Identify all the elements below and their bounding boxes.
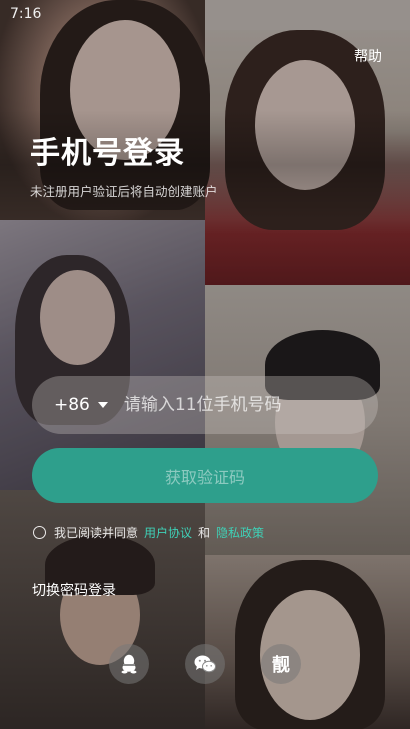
- phone-number-input[interactable]: [123, 385, 378, 425]
- agreement-prefix: 我已阅读并同意: [54, 526, 139, 540]
- caret-down-icon: [97, 402, 108, 408]
- liang-app-icon: 靓: [272, 655, 290, 676]
- wechat-icon: [194, 655, 216, 673]
- wechat-login-button[interactable]: [185, 644, 225, 684]
- switch-password-login-link[interactable]: 切换密码登录: [32, 580, 116, 600]
- status-bar-time: 7:16: [10, 6, 42, 22]
- privacy-policy-link[interactable]: 隐私政策: [216, 524, 264, 541]
- page-title: 手机号登录: [30, 136, 185, 171]
- page-subtitle: 未注册用户验证后将自动创建账户: [30, 184, 218, 199]
- agreement-checkbox[interactable]: [33, 526, 46, 539]
- agreement-row: 我已阅读并同意 用户协议 和 隐私政策: [33, 524, 270, 541]
- country-code-label: +86: [54, 395, 90, 415]
- user-agreement-link[interactable]: 用户协议: [144, 524, 192, 541]
- get-verification-code-button[interactable]: 获取验证码: [32, 448, 378, 503]
- qq-icon: [121, 654, 137, 674]
- help-link[interactable]: 帮助: [354, 46, 382, 66]
- qq-login-button[interactable]: [109, 644, 149, 684]
- liang-app-login-button[interactable]: 靓: [261, 644, 301, 684]
- background-photo-grid: [0, 0, 410, 729]
- phone-input-row: +86: [32, 376, 378, 434]
- country-code-selector[interactable]: +86: [54, 395, 108, 415]
- agreement-and: 和: [198, 526, 211, 540]
